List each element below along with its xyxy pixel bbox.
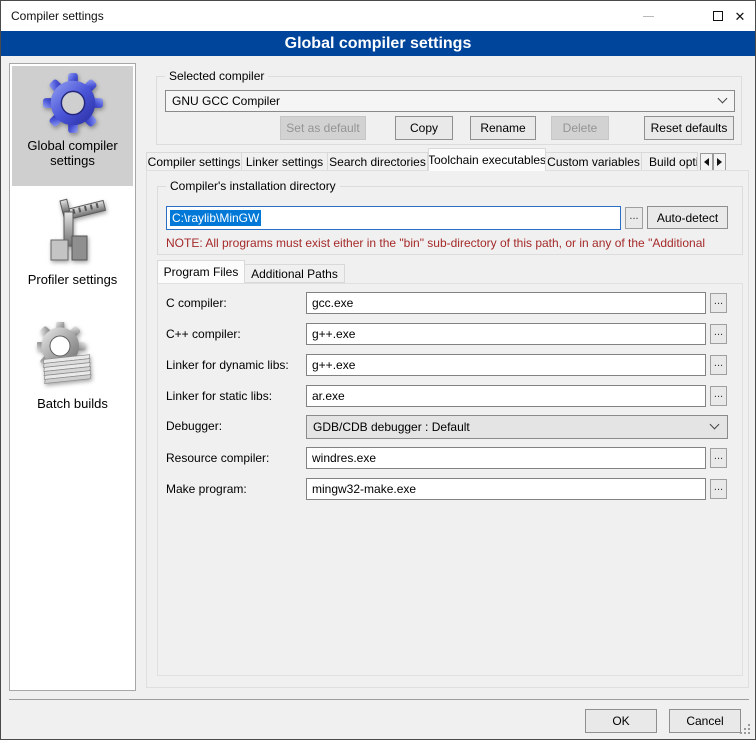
compiler-combo-value: GNU GCC Compiler bbox=[172, 94, 280, 108]
selected-compiler-group: Selected compiler GNU GCC Compiler Set a… bbox=[156, 76, 742, 145]
delete-button[interactable]: Delete bbox=[551, 116, 609, 140]
chevron-down-icon bbox=[718, 94, 728, 104]
minimize-icon bbox=[643, 16, 654, 17]
field-row-cpp-compiler: C++ compiler: ... bbox=[158, 323, 742, 347]
set-as-default-button[interactable]: Set as default bbox=[280, 116, 366, 140]
debugger-combo-value: GDB/CDB debugger : Default bbox=[313, 420, 470, 434]
compiler-combo[interactable]: GNU GCC Compiler bbox=[165, 90, 735, 112]
make-program-input[interactable] bbox=[306, 478, 706, 500]
tab-search-directories[interactable]: Search directories bbox=[328, 152, 428, 171]
dynamic-linker-input[interactable] bbox=[306, 354, 706, 376]
field-label: C compiler: bbox=[166, 292, 227, 314]
dynamic-linker-browse-button[interactable]: ... bbox=[710, 355, 727, 375]
sidebar-item-label: Global compiler settings bbox=[12, 138, 133, 168]
title-bar[interactable]: Compiler settings ✕ bbox=[1, 1, 755, 31]
note-text: NOTE: All programs must exist either in … bbox=[166, 236, 705, 250]
static-linker-browse-button[interactable]: ... bbox=[710, 386, 727, 406]
group-label: Compiler's installation directory bbox=[166, 179, 340, 194]
gear-blue-icon bbox=[42, 72, 104, 134]
program-files-tabs: Program Files Additional Paths bbox=[157, 258, 345, 283]
copy-button[interactable]: Copy bbox=[395, 116, 453, 140]
install-dir-browse-button[interactable]: ... bbox=[625, 207, 643, 229]
arrow-left-icon bbox=[704, 158, 709, 166]
field-label: Resource compiler: bbox=[166, 447, 269, 469]
settings-category-list: Global compiler settings bbox=[9, 63, 136, 691]
cancel-button[interactable]: Cancel bbox=[669, 709, 741, 733]
field-row-debugger: Debugger: GDB/CDB debugger : Default bbox=[158, 415, 742, 439]
toolchain-executables-page: Compiler's installation directory C:\ray… bbox=[146, 170, 749, 688]
tab-build-options[interactable]: Build options bbox=[642, 152, 698, 171]
reset-defaults-button[interactable]: Reset defaults bbox=[644, 116, 734, 140]
field-label: Debugger: bbox=[166, 415, 222, 437]
sidebar-item-profiler-settings[interactable]: Profiler settings bbox=[12, 188, 133, 306]
resource-compiler-input[interactable] bbox=[306, 447, 706, 469]
resize-grip[interactable] bbox=[748, 732, 750, 734]
arrow-right-icon bbox=[717, 158, 722, 166]
caliper-icon bbox=[34, 190, 112, 268]
tab-toolchain-executables[interactable]: Toolchain executables bbox=[428, 148, 546, 171]
sidebar-item-label: Batch builds bbox=[12, 396, 133, 411]
field-label: Linker for dynamic libs: bbox=[166, 354, 289, 376]
rename-button[interactable]: Rename bbox=[470, 116, 536, 140]
tab-custom-variables[interactable]: Custom variables bbox=[546, 152, 642, 171]
field-row-c-compiler: C compiler: ... bbox=[158, 292, 742, 316]
install-dir-group: Compiler's installation directory C:\ray… bbox=[157, 186, 743, 255]
field-row-resource-compiler: Resource compiler: ... bbox=[158, 447, 742, 471]
tab-compiler-settings[interactable]: Compiler settings bbox=[146, 152, 242, 171]
field-label: Make program: bbox=[166, 478, 247, 500]
window-title: Compiler settings bbox=[11, 1, 104, 31]
compiler-tabs: Compiler settings Linker settings Search… bbox=[146, 148, 698, 171]
sidebar-item-batch-builds[interactable]: Batch builds bbox=[12, 316, 133, 466]
close-button[interactable]: ✕ bbox=[723, 1, 756, 31]
tab-program-files[interactable]: Program Files bbox=[157, 260, 245, 283]
gear-stack-icon bbox=[37, 322, 109, 392]
tab-additional-paths[interactable]: Additional Paths bbox=[245, 264, 345, 283]
chevron-down-icon bbox=[710, 420, 720, 430]
compiler-settings-dialog: Compiler settings ✕ Global compiler sett… bbox=[0, 0, 756, 740]
maximize-icon bbox=[713, 11, 723, 21]
auto-detect-button[interactable]: Auto-detect bbox=[647, 206, 728, 229]
cpp-compiler-input[interactable] bbox=[306, 323, 706, 345]
tab-scroll-right-button[interactable] bbox=[713, 153, 726, 171]
field-row-static-linker: Linker for static libs: ... bbox=[158, 385, 742, 409]
program-files-page: C compiler: ... C++ compiler: ... Linker… bbox=[157, 283, 743, 676]
static-linker-input[interactable] bbox=[306, 385, 706, 407]
sidebar-item-label: Profiler settings bbox=[12, 272, 133, 287]
field-label: C++ compiler: bbox=[166, 323, 241, 345]
tab-scroll-left-button[interactable] bbox=[700, 153, 713, 171]
sidebar-item-global-compiler-settings[interactable]: Global compiler settings bbox=[12, 66, 133, 186]
group-label: Selected compiler bbox=[165, 69, 268, 84]
install-dir-input[interactable]: C:\raylib\MinGW bbox=[166, 206, 621, 230]
field-row-make-program: Make program: ... bbox=[158, 478, 742, 502]
c-compiler-input[interactable] bbox=[306, 292, 706, 314]
field-row-dynamic-linker: Linker for dynamic libs: ... bbox=[158, 354, 742, 378]
footer-divider bbox=[9, 699, 749, 700]
ok-button[interactable]: OK bbox=[585, 709, 657, 733]
close-icon: ✕ bbox=[735, 10, 746, 23]
cpp-compiler-browse-button[interactable]: ... bbox=[710, 324, 727, 344]
debugger-combo[interactable]: GDB/CDB debugger : Default bbox=[306, 415, 728, 439]
make-program-browse-button[interactable]: ... bbox=[710, 479, 727, 499]
c-compiler-browse-button[interactable]: ... bbox=[710, 293, 727, 313]
field-label: Linker for static libs: bbox=[166, 385, 272, 407]
selected-text: C:\raylib\MinGW bbox=[170, 210, 261, 226]
tab-linker-settings[interactable]: Linker settings bbox=[242, 152, 328, 171]
resource-compiler-browse-button[interactable]: ... bbox=[710, 448, 727, 468]
minimize-button[interactable] bbox=[631, 1, 665, 31]
page-title: Global compiler settings bbox=[1, 31, 755, 56]
